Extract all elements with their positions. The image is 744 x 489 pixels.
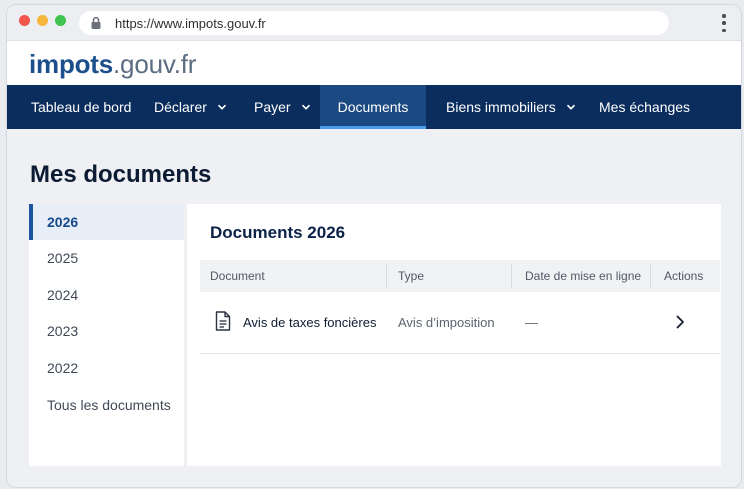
logo-primary: impots <box>29 49 114 79</box>
nav-item-documents[interactable]: Documents <box>320 85 426 129</box>
document-name[interactable]: Avis de taxes foncières <box>243 292 376 352</box>
column-divider <box>650 264 651 288</box>
nav-item-label: Payer <box>254 99 291 115</box>
sidebar-item-2025[interactable]: 2025 <box>29 240 184 276</box>
column-header-document: Document <box>210 269 265 283</box>
sidebar-item-label: 2026 <box>47 214 79 230</box>
browser-menu-icon[interactable] <box>721 14 727 32</box>
chevron-down-icon <box>301 104 310 110</box>
main-navigation: Tableau de bord Déclarer Payer Documents… <box>7 85 741 129</box>
sidebar-item-2026[interactable]: 2026 <box>29 204 184 240</box>
document-type: Avis d’imposition <box>398 314 495 330</box>
document-icon <box>215 311 231 331</box>
sidebar-item-2024[interactable]: 2024 <box>29 277 184 313</box>
column-divider <box>386 264 387 288</box>
chevron-down-icon <box>566 104 575 110</box>
nav-item-label: Déclarer <box>154 99 207 115</box>
sidebar-item-2023[interactable]: 2023 <box>29 313 184 349</box>
column-divider <box>511 264 512 288</box>
nav-item-biens-immobiliers[interactable]: Biens immobiliers <box>446 85 576 129</box>
column-header-actions: Actions <box>664 269 704 283</box>
column-header-date: Date de mise en ligne <box>525 269 642 283</box>
nav-item-payer[interactable]: Payer <box>254 85 311 129</box>
year-sidebar: 2026 2025 2024 2023 2022 Tous les docume… <box>29 204 184 466</box>
main-content: Mes documents 2026 2025 2024 2023 2022 T… <box>7 129 741 487</box>
sidebar-item-label: 2023 <box>47 323 79 339</box>
maximize-window-button[interactable] <box>55 15 66 26</box>
nav-item-mes-echanges[interactable]: Mes échanges <box>599 85 690 129</box>
table-header: Document Type Date de mise en ligne Acti… <box>200 260 720 292</box>
lock-icon <box>91 16 101 29</box>
sidebar-item-label: 2025 <box>47 250 79 266</box>
nav-item-label: Biens immobiliers <box>446 99 556 115</box>
sidebar-item-label: 2022 <box>47 360 79 376</box>
nav-item-tableau-de-bord[interactable]: Tableau de bord <box>31 85 131 129</box>
sidebar-item-label: Tous les documents <box>47 397 171 413</box>
url-text: https://www.impots.gouv.fr <box>115 15 266 31</box>
page-title: Mes documents <box>30 161 212 188</box>
nav-item-label: Tableau de bord <box>31 99 132 115</box>
sidebar-item-tous-les-documents[interactable]: Tous les documents <box>29 387 184 423</box>
site-header: impots.gouv.fr <box>7 41 741 85</box>
sidebar-item-2022[interactable]: 2022 <box>29 350 184 386</box>
table-row[interactable]: Avis de taxes foncières Avis d’impositio… <box>200 292 720 354</box>
column-header-type: Type <box>398 269 425 283</box>
document-date: — <box>525 314 538 330</box>
chevron-down-icon <box>217 104 226 110</box>
nav-item-label: Documents <box>337 99 409 115</box>
browser-toolbar: https://www.impots.gouv.fr <box>7 5 741 41</box>
documents-panel: Documents 2026 Document Type Date de mis… <box>187 204 721 466</box>
nav-item-label: Mes échanges <box>599 99 691 115</box>
sidebar-item-label: 2024 <box>47 287 79 303</box>
chevron-right-icon[interactable] <box>674 314 686 330</box>
site-logo[interactable]: impots.gouv.fr <box>29 49 196 80</box>
browser-window: https://www.impots.gouv.fr impots.gouv.f… <box>6 4 742 488</box>
panel-title: Documents 2026 <box>210 223 346 242</box>
minimize-window-button[interactable] <box>37 15 48 26</box>
close-window-button[interactable] <box>19 15 30 26</box>
nav-item-declarer[interactable]: Déclarer <box>154 85 227 129</box>
address-bar[interactable]: https://www.impots.gouv.fr <box>79 11 669 35</box>
logo-secondary: .gouv.fr <box>113 49 197 79</box>
